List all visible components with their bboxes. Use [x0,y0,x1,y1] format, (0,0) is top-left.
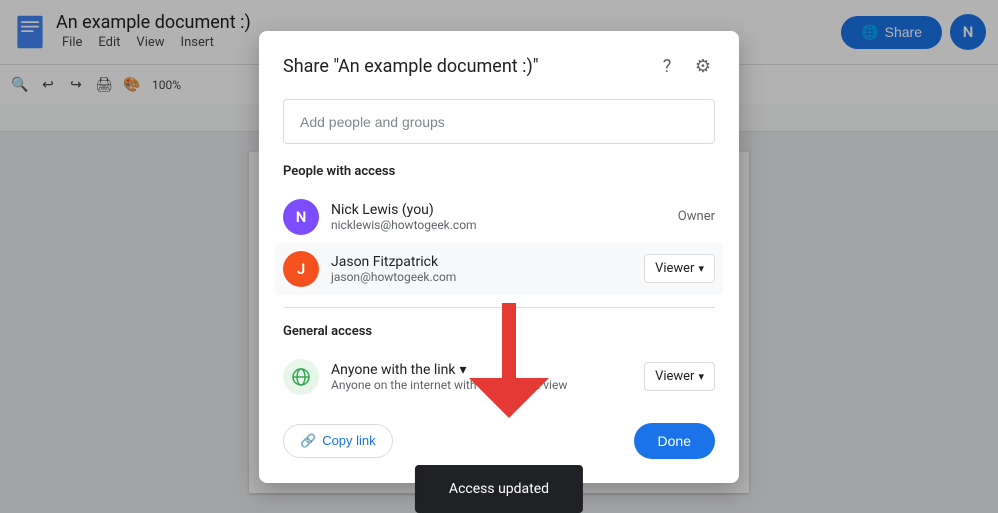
chevron-general-icon: ▾ [698,370,704,383]
person-row-jason: J Jason Fitzpatrick jason@howtogeek.com … [275,243,723,295]
person-email-jason: jason@howtogeek.com [331,270,632,284]
toast-message: Access updated [449,481,549,497]
modal-overlay[interactable]: Share "An example document :)" ? ⚙ Peopl… [0,0,998,513]
dialog-header-icons: ? ⚙ [655,55,715,79]
viewer-dropdown-jason[interactable]: Viewer ▾ [644,254,715,283]
person-row-nick: N Nick Lewis (you) nicklewis@howtogeek.c… [283,191,715,243]
viewer-label-jason: Viewer [655,261,694,276]
dialog-footer: 🔗 Copy link Done [283,423,715,459]
person-name-nick: Nick Lewis (you) [331,202,666,218]
viewer-label-general: Viewer [655,369,694,384]
access-type-chevron: ▾ [460,362,467,378]
avatar-jason: J [283,251,319,287]
person-info-nick: Nick Lewis (you) nicklewis@howtogeek.com [331,202,666,232]
dialog-header: Share "An example document :)" ? ⚙ [283,55,715,79]
share-dialog: Share "An example document :)" ? ⚙ Peopl… [259,31,739,483]
search-input-wrapper[interactable] [283,99,715,144]
access-type-label[interactable]: Anyone with the link ▾ [331,362,632,378]
dialog-title: Share "An example document :)" [283,56,539,77]
access-type-text: Anyone with the link [331,362,456,378]
general-access-row: Anyone with the link ▾ Anyone on the int… [283,351,715,403]
person-info-jason: Jason Fitzpatrick jason@howtogeek.com [331,254,632,284]
general-access-label: General access [283,324,715,339]
avatar-nick: N [283,199,319,235]
settings-icon[interactable]: ⚙ [691,55,715,79]
link-icon: 🔗 [300,433,316,449]
person-email-nick: nicklewis@howtogeek.com [331,218,666,232]
help-icon[interactable]: ? [655,55,679,79]
people-section-label: People with access [283,164,715,179]
copy-link-button[interactable]: 🔗 Copy link [283,424,393,458]
person-name-jason: Jason Fitzpatrick [331,254,632,270]
globe-access-icon [283,359,319,395]
people-section: People with access N Nick Lewis (you) ni… [283,164,715,295]
search-input[interactable] [300,114,698,130]
general-access-section: General access Anyone with the link ▾ An… [283,324,715,403]
copy-link-label: Copy link [322,433,375,448]
access-sublabel: Anyone on the internet with the link can… [331,378,632,392]
done-button[interactable]: Done [634,423,715,459]
general-access-info: Anyone with the link ▾ Anyone on the int… [331,362,632,392]
globe-svg [291,367,311,387]
divider [283,307,715,308]
viewer-dropdown-general[interactable]: Viewer ▾ [644,362,715,391]
toast-notification: Access updated [415,465,583,513]
person-role-nick: Owner [678,209,715,224]
chevron-down-icon: ▾ [698,262,704,275]
